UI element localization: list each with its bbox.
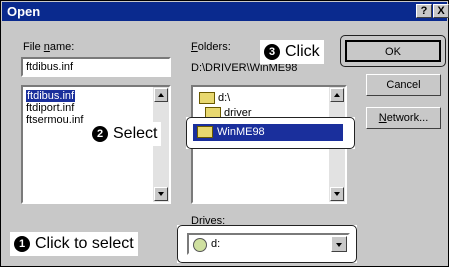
- scroll-up-button[interactable]: [330, 88, 344, 102]
- file-name-value: ftdibus.inf: [26, 61, 74, 73]
- scroll-down-button[interactable]: [330, 187, 344, 201]
- step2-number: 2: [92, 126, 108, 142]
- chevron-down-icon: [336, 243, 342, 247]
- file-list-item[interactable]: ftdibus.inf: [26, 90, 76, 102]
- step1-text: Click to select: [35, 235, 134, 252]
- drives-select[interactable]: d:: [187, 233, 350, 255]
- step3-annotation: 3 Click: [260, 40, 324, 64]
- drives-value: d:: [211, 238, 221, 250]
- step1-number: 1: [14, 236, 30, 252]
- step2-annotation: 2 Select: [88, 122, 162, 146]
- scroll-up-button[interactable]: [154, 88, 168, 102]
- network-button[interactable]: Network...: [366, 107, 441, 129]
- file-list-item[interactable]: ftsermou.inf: [26, 114, 83, 126]
- open-folder-icon: [199, 92, 215, 105]
- open-folder-icon: [197, 126, 213, 139]
- ok-callout: [340, 35, 446, 67]
- file-name-label: File name:: [23, 41, 75, 53]
- step3-text: Click: [285, 43, 320, 60]
- folder-item-selected[interactable]: WinME98: [193, 124, 343, 141]
- cancel-button[interactable]: Cancel: [366, 74, 441, 96]
- drives-dropdown-button[interactable]: [331, 236, 347, 252]
- close-button[interactable]: X: [433, 4, 449, 18]
- scroll-down-button[interactable]: [154, 187, 168, 201]
- file-name-input[interactable]: ftdibus.inf: [21, 57, 171, 77]
- chevron-down-icon: [334, 192, 340, 196]
- folder-item[interactable]: d:\: [199, 92, 230, 105]
- help-button[interactable]: ?: [416, 4, 432, 18]
- title-bar: Open ? X: [2, 2, 449, 21]
- cd-drive-icon: [193, 238, 207, 252]
- chevron-down-icon: [158, 192, 164, 196]
- step2-text: Select: [113, 125, 158, 142]
- chevron-up-icon: [334, 93, 340, 97]
- step1-annotation: 1 Click to select: [10, 232, 138, 256]
- chevron-up-icon: [158, 93, 164, 97]
- folders-label: Folders:: [191, 41, 231, 53]
- file-list-item[interactable]: ftdiport.inf: [26, 102, 74, 114]
- step3-number: 3: [264, 44, 280, 60]
- window-title: Open: [7, 4, 41, 19]
